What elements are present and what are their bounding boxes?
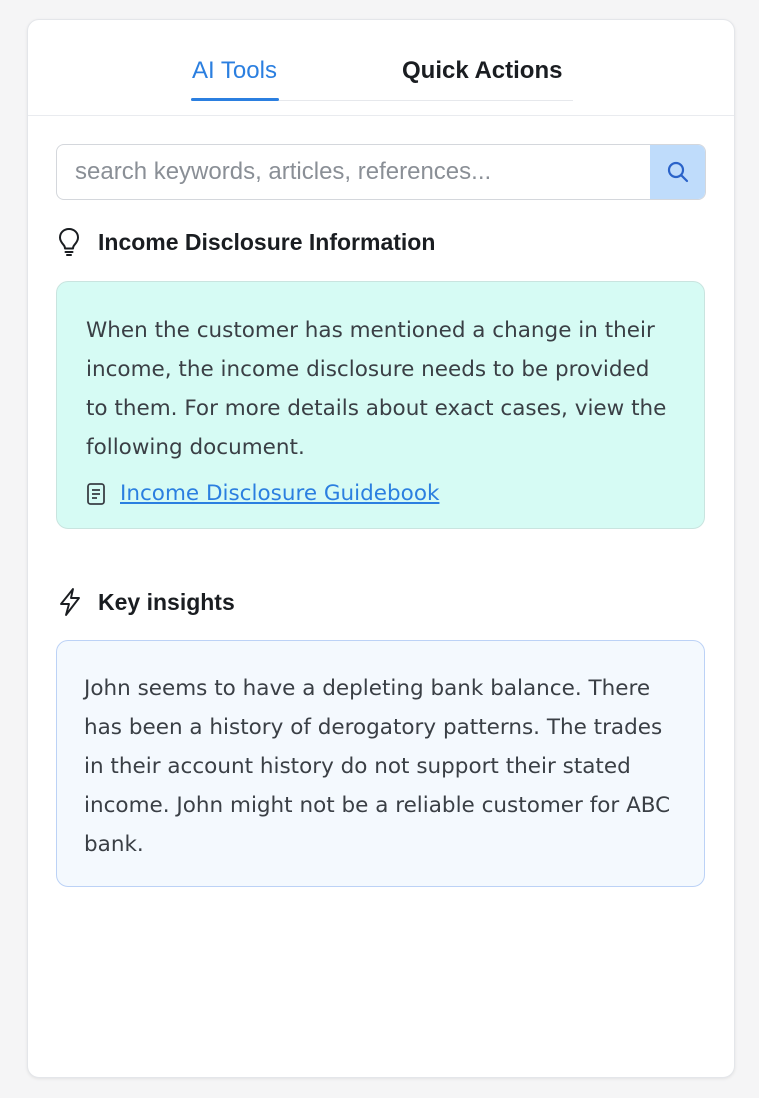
tab-ai-tools[interactable]: AI Tools (191, 56, 279, 101)
income-guidebook-link[interactable]: Income Disclosure Guidebook (114, 474, 439, 513)
lightning-icon (58, 586, 84, 618)
lightbulb-icon (58, 226, 84, 258)
search-icon (666, 160, 690, 184)
income-section-title: Income Disclosure Information (98, 228, 436, 255)
guidebook-link-row: Income Disclosure Guidebook (86, 474, 676, 513)
income-disclosure-card: When the customer has mentioned a change… (56, 281, 705, 529)
tab-bar: AI Tools Quick Actions (28, 20, 734, 116)
key-insights-text: John seems to have a depleting bank bala… (84, 676, 671, 857)
key-insights-card: John seems to have a depleting bank bala… (56, 640, 705, 887)
active-tab-indicator (191, 98, 279, 101)
document-icon (86, 481, 108, 507)
search-button[interactable] (650, 145, 705, 199)
search-bar (56, 144, 706, 200)
search-input[interactable] (57, 145, 650, 199)
income-section-header: Income Disclosure Information (58, 226, 435, 258)
tab-quick-actions[interactable]: Quick Actions (402, 56, 562, 86)
ai-tools-panel: AI Tools Quick Actions Income Disc (27, 19, 735, 1078)
income-disclosure-text: When the customer has mentioned a change… (86, 318, 667, 460)
tab-ai-tools-label: AI Tools (192, 57, 277, 84)
insights-section-title: Key insights (98, 588, 235, 615)
tab-quick-actions-label: Quick Actions (402, 57, 563, 84)
insights-section-header: Key insights (58, 586, 235, 618)
